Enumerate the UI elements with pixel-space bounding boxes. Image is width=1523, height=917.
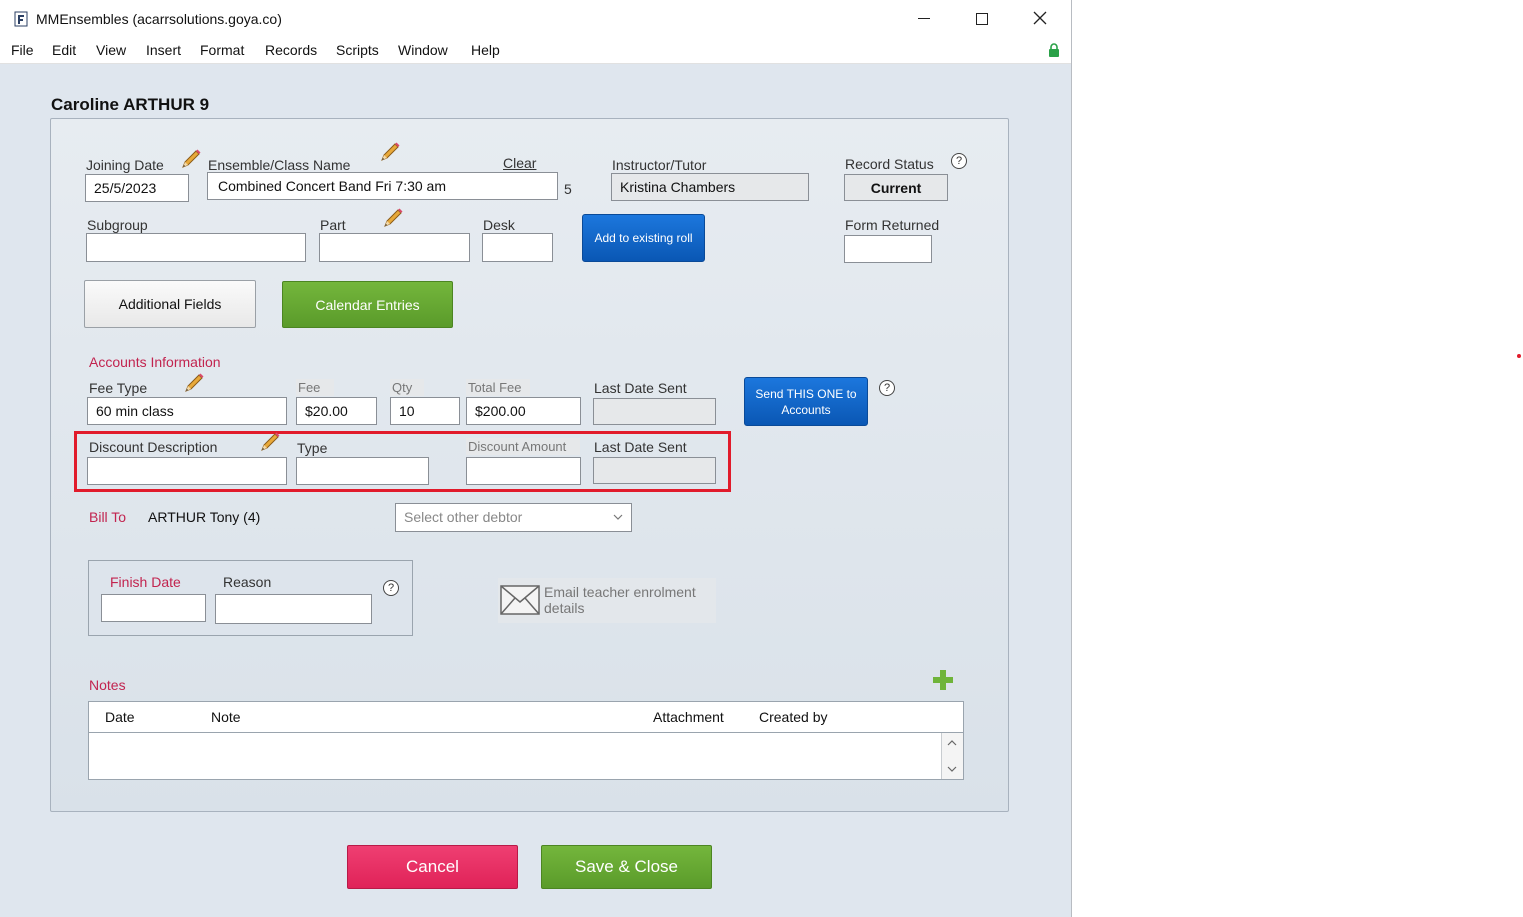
- instructor-label: Instructor/Tutor: [612, 157, 707, 173]
- fee-type-pencil-icon[interactable]: [183, 372, 205, 394]
- record-status-field[interactable]: Current: [844, 174, 948, 201]
- lock-icon: [1048, 43, 1060, 57]
- select-other-debtor-dropdown[interactable]: Select other debtor: [395, 503, 632, 532]
- qty-label: Qty: [390, 379, 424, 396]
- scroll-up-icon[interactable]: [947, 739, 957, 747]
- send-to-accounts-button[interactable]: Send THIS ONE to Accounts: [744, 377, 868, 426]
- joining-date-label: Joining Date: [86, 157, 164, 173]
- bill-to-value: ARTHUR Tony (4): [148, 509, 261, 525]
- app-window: MMEnsembles (acarrsolutions.goya.co) Fil…: [0, 0, 1072, 917]
- last-date-sent-field: [593, 398, 716, 425]
- ensemble-count: 5: [564, 181, 572, 197]
- record-status-label: Record Status: [845, 156, 934, 172]
- red-dot-marker: [1517, 354, 1521, 358]
- ensemble-pencil-icon[interactable]: [379, 141, 401, 163]
- desk-field[interactable]: [482, 233, 553, 262]
- window-title: MMEnsembles (acarrsolutions.goya.co): [36, 11, 282, 27]
- cancel-button[interactable]: Cancel: [347, 845, 518, 889]
- total-fee-label: Total Fee: [466, 379, 530, 396]
- finish-date-field[interactable]: [101, 594, 206, 622]
- menu-view[interactable]: View: [96, 42, 126, 58]
- menu-edit[interactable]: Edit: [52, 42, 76, 58]
- send-help-icon[interactable]: ?: [879, 380, 895, 396]
- record-status-help-icon[interactable]: ?: [951, 153, 967, 169]
- desk-label: Desk: [483, 217, 515, 233]
- discount-amount-field[interactable]: [466, 457, 581, 485]
- chevron-down-icon: [613, 514, 623, 520]
- finish-date-label: Finish Date: [110, 574, 181, 590]
- discount-description-field[interactable]: [87, 457, 287, 485]
- app-logo-icon: [14, 11, 28, 27]
- form-returned-label: Form Returned: [845, 217, 940, 233]
- qty-field[interactable]: 10: [390, 397, 460, 425]
- title-bar: MMEnsembles (acarrsolutions.goya.co): [0, 0, 1071, 37]
- additional-fields-button[interactable]: Additional Fields: [84, 280, 256, 328]
- reason-field[interactable]: [215, 594, 372, 624]
- send-to-accounts-label: Send THIS ONE to Accounts: [755, 386, 857, 417]
- part-field[interactable]: [319, 233, 470, 262]
- form-returned-field[interactable]: [844, 235, 932, 263]
- discount-amount-label: Discount Amount: [466, 438, 580, 455]
- ensemble-field[interactable]: Combined Concert Band Fri 7:30 am: [207, 172, 558, 200]
- menu-help[interactable]: Help: [471, 42, 500, 58]
- add-to-existing-roll-button[interactable]: Add to existing roll: [582, 214, 705, 262]
- notes-section-label: Notes: [89, 677, 126, 693]
- joining-date-pencil-icon[interactable]: [180, 148, 202, 170]
- notes-col-attachment[interactable]: Attachment: [653, 709, 724, 725]
- select-other-debtor-label: Select other debtor: [404, 509, 523, 525]
- fee-type-label: Fee Type: [89, 380, 148, 396]
- part-label: Part: [320, 217, 346, 233]
- maximize-icon[interactable]: [976, 13, 988, 25]
- add-note-plus-icon[interactable]: [932, 669, 954, 691]
- minimize-icon[interactable]: [918, 18, 930, 19]
- bill-to-label: Bill To: [89, 509, 127, 525]
- subgroup-field[interactable]: [86, 233, 306, 262]
- calendar-entries-button[interactable]: Calendar Entries: [282, 281, 453, 328]
- total-fee-field[interactable]: $200.00: [466, 397, 581, 425]
- discount-type-label: Type: [297, 440, 328, 456]
- instructor-field[interactable]: Kristina Chambers: [611, 173, 809, 201]
- subgroup-label: Subgroup: [87, 217, 148, 233]
- last-date-sent-label: Last Date Sent: [594, 380, 687, 396]
- record-title: Caroline ARTHUR 9: [51, 95, 210, 114]
- scroll-down-icon[interactable]: [947, 765, 957, 773]
- discount-last-date-label: Last Date Sent: [594, 439, 687, 455]
- joining-date-field[interactable]: 25/5/2023: [85, 174, 189, 202]
- ensemble-clear-link[interactable]: Clear: [503, 155, 536, 171]
- save-close-button[interactable]: Save & Close: [541, 845, 712, 889]
- menu-scripts[interactable]: Scripts: [336, 42, 379, 58]
- fee-label: Fee: [296, 379, 334, 396]
- notes-table: Date Note Attachment Created by: [88, 701, 964, 780]
- ensemble-label: Ensemble/Class Name: [208, 157, 351, 173]
- accounts-section-label: Accounts Information: [89, 354, 221, 370]
- envelope-icon: [500, 585, 540, 615]
- menu-window[interactable]: Window: [398, 42, 448, 58]
- menu-file[interactable]: File: [11, 42, 34, 58]
- reason-label: Reason: [223, 574, 272, 590]
- notes-scrollbar[interactable]: [941, 733, 963, 779]
- finish-help-icon[interactable]: ?: [383, 580, 399, 596]
- discount-type-field[interactable]: [296, 457, 429, 485]
- notes-col-note[interactable]: Note: [211, 709, 241, 725]
- menu-bar: File Edit View Insert Format Records Scr…: [0, 37, 1071, 64]
- notes-header-row: Date Note Attachment Created by: [89, 702, 963, 733]
- discount-last-date-field: [593, 457, 716, 484]
- discount-description-label: Discount Description: [89, 439, 218, 455]
- menu-format[interactable]: Format: [200, 42, 244, 58]
- notes-col-date[interactable]: Date: [105, 709, 135, 725]
- part-pencil-icon[interactable]: [382, 207, 404, 229]
- fee-type-field[interactable]: 60 min class: [87, 397, 287, 425]
- menu-records[interactable]: Records: [265, 42, 317, 58]
- close-icon[interactable]: [1033, 11, 1047, 25]
- email-teacher-button[interactable]: Email teacher enrolment details: [498, 578, 716, 623]
- email-teacher-label: Email teacher enrolment details: [544, 584, 696, 616]
- fee-field[interactable]: $20.00: [296, 397, 377, 425]
- menu-insert[interactable]: Insert: [146, 42, 181, 58]
- discount-pencil-icon[interactable]: [259, 431, 281, 453]
- notes-col-created-by[interactable]: Created by: [759, 709, 827, 725]
